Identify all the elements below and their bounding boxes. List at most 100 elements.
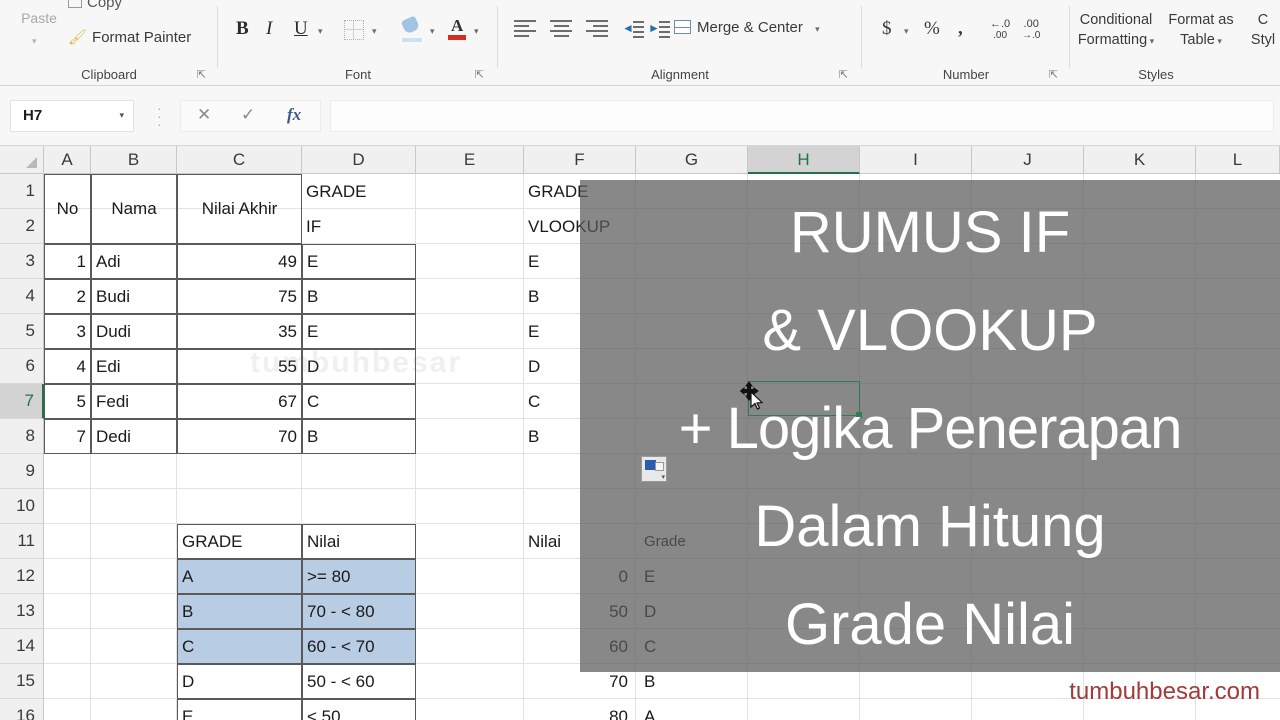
cell-C16-grade[interactable]: E [177,699,302,720]
row-header-4[interactable]: 4 [0,279,44,314]
cell-C6[interactable]: 55 [177,349,302,384]
currency-format-button[interactable]: $ [882,18,892,40]
cell-D8[interactable]: B [302,419,416,454]
merge-dropdown-caret-icon[interactable]: ▾ [815,24,820,34]
cell-C1-NilaiAkhir[interactable]: Nilai Akhir [177,174,302,244]
row-header-3[interactable]: 3 [0,244,44,279]
cancel-icon[interactable]: ✕ [197,105,211,125]
paste-dropdown-caret-icon[interactable]: ▾ [32,36,37,47]
number-dialog-launcher-icon[interactable]: ⇱ [1049,68,1058,81]
align-left-icon[interactable] [514,20,536,38]
align-center-icon[interactable] [550,20,572,38]
row-header-1[interactable]: 1 [0,174,44,209]
cell-D14-nilai[interactable]: 60 - < 70 [302,629,416,664]
row-header-14[interactable]: 14 [0,629,44,664]
column-header-b[interactable]: B [91,146,177,174]
column-header-j[interactable]: J [972,146,1084,174]
currency-dropdown-caret-icon[interactable]: ▾ [904,26,909,37]
name-box[interactable]: H7 ▾ [10,100,134,132]
increase-indent-icon[interactable]: ► [648,20,670,38]
column-header-e[interactable]: E [416,146,524,174]
row-header-6[interactable]: 6 [0,349,44,384]
font-color-dropdown-caret-icon[interactable]: ▾ [474,26,479,37]
underline-dropdown-caret-icon[interactable]: ▾ [318,26,323,37]
format-painter-button[interactable]: 🖌 Format Painter [68,28,191,46]
column-header-i[interactable]: I [860,146,972,174]
cell-B3[interactable]: Adi [91,244,177,279]
cell-D12-nilai[interactable]: >= 80 [302,559,416,594]
cell-D4[interactable]: B [302,279,416,314]
cell-C7[interactable]: 67 [177,384,302,419]
cell-D3[interactable]: E [302,244,416,279]
column-header-g[interactable]: G [636,146,748,174]
cell-A5[interactable]: 3 [44,314,91,349]
cell-D13-nilai[interactable]: 70 - < 80 [302,594,416,629]
cell-A4[interactable]: 2 [44,279,91,314]
align-right-icon[interactable] [586,20,608,38]
cell-A7[interactable]: 5 [44,384,91,419]
cell-D6[interactable]: D [302,349,416,384]
conditional-formatting-caret-icon[interactable]: ▾ [1147,36,1155,46]
row-header-7[interactable]: 7 [0,384,44,419]
cell-C15-grade[interactable]: D [177,664,302,699]
font-color-icon[interactable]: A [448,16,468,42]
cell-D11-header-nilai[interactable]: Nilai [302,524,416,559]
cell-B5[interactable]: Dudi [91,314,177,349]
borders-dropdown-caret-icon[interactable]: ▾ [372,26,377,37]
clipboard-dialog-launcher-icon[interactable]: ⇱ [197,68,206,81]
cell-A6[interactable]: 4 [44,349,91,384]
row-header-12[interactable]: 12 [0,559,44,594]
formula-bar-grip[interactable]: · · · [157,101,162,131]
increase-decimal-icon[interactable]: ←.0.00 [990,18,1010,41]
column-header-k[interactable]: K [1084,146,1196,174]
column-header-f[interactable]: F [524,146,636,174]
row-header-16[interactable]: 16 [0,699,44,720]
cell-B7[interactable]: Fedi [91,384,177,419]
alignment-dialog-launcher-icon[interactable]: ⇱ [839,68,848,81]
cell-F16-nilai[interactable]: 80 [524,699,632,720]
cell-D15-nilai[interactable]: 50 - < 60 [302,664,416,699]
paste-button[interactable]: Paste [14,10,64,26]
format-as-table-button[interactable]: Format as Table ▾ [1162,10,1240,51]
confirm-icon[interactable]: ✓ [241,105,255,125]
cell-D2-GradeIF-line2[interactable]: IF [302,209,416,244]
column-header-d[interactable]: D [302,146,416,174]
decrease-indent-icon[interactable]: ◄ [622,20,644,38]
borders-icon[interactable] [344,20,364,40]
select-all-corner-button[interactable] [0,146,44,174]
cell-B4[interactable]: Budi [91,279,177,314]
fill-color-dropdown-caret-icon[interactable]: ▾ [430,26,435,37]
row-header-13[interactable]: 13 [0,594,44,629]
row-header-15[interactable]: 15 [0,664,44,699]
cell-styles-button[interactable]: C Styl [1240,10,1280,50]
cell-C4[interactable]: 75 [177,279,302,314]
column-header-h[interactable]: H [748,146,860,174]
fill-color-icon[interactable] [400,15,424,42]
row-header-11[interactable]: 11 [0,524,44,559]
conditional-formatting-button[interactable]: Conditional Formatting ▾ [1070,10,1162,51]
italic-button[interactable]: I [266,18,272,40]
cell-A8[interactable]: 7 [44,419,91,454]
cell-C8[interactable]: 70 [177,419,302,454]
cell-D7[interactable]: C [302,384,416,419]
cell-C11-header-grade[interactable]: GRADE [177,524,302,559]
percent-format-button[interactable]: % [924,18,940,40]
comma-format-button[interactable]: , [958,18,963,40]
cell-C13-grade[interactable]: B [177,594,302,629]
column-header-a[interactable]: A [44,146,91,174]
cell-D5[interactable]: E [302,314,416,349]
cell-C3[interactable]: 49 [177,244,302,279]
cell-C14-grade[interactable]: C [177,629,302,664]
merge-and-center-button[interactable]: Merge & Center ▾ [674,19,820,36]
cell-D1-GradeIF-line1[interactable]: GRADE [302,174,416,209]
cell-B8[interactable]: Dedi [91,419,177,454]
cell-C12-grade[interactable]: A [177,559,302,594]
cell-B6[interactable]: Edi [91,349,177,384]
row-header-8[interactable]: 8 [0,419,44,454]
column-header-c[interactable]: C [177,146,302,174]
cell-D16-nilai[interactable]: < 50 [302,699,416,720]
underline-button[interactable]: U [294,18,308,40]
cell-A1-No[interactable]: No [44,174,91,244]
formula-input[interactable] [330,100,1274,132]
cell-G16-grade[interactable]: A [640,699,752,720]
